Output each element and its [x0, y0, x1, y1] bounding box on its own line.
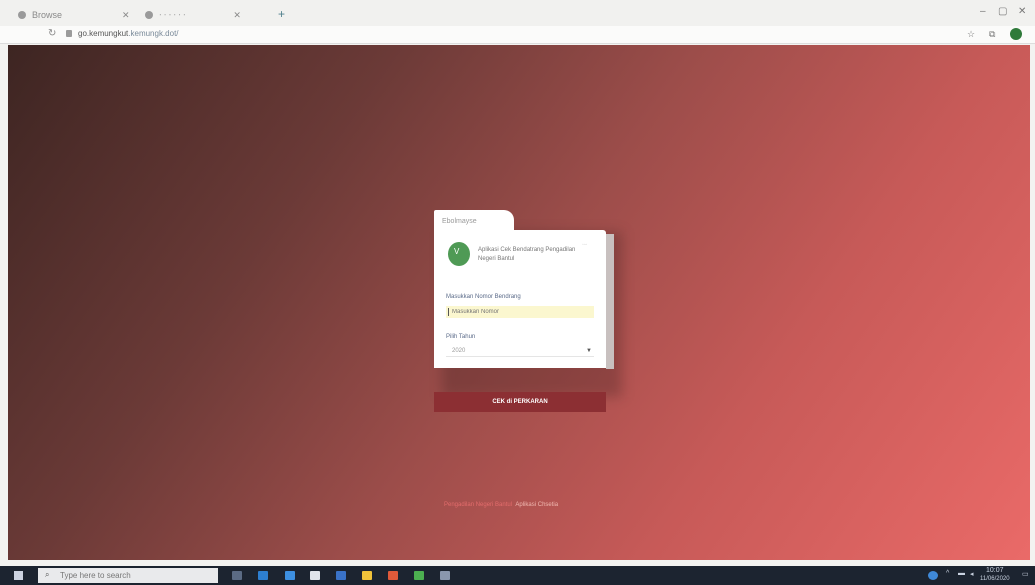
card-tab-label: Ebolmayse: [442, 218, 477, 225]
network-icon[interactable]: ▬: [958, 570, 965, 577]
url-path: .kemungk.dot/: [128, 29, 179, 38]
taskbar-search[interactable]: ⌕ Type here to search: [38, 568, 218, 583]
page-icon: [145, 11, 153, 19]
close-icon[interactable]: ✕: [233, 10, 241, 21]
url-field[interactable]: go.kemungkut.kemungk.dot/: [78, 29, 179, 38]
case-number-label: Masukkan Nomor Bendrang: [446, 294, 521, 300]
word-icon[interactable]: [336, 571, 346, 580]
taskbar-search-placeholder: Type here to search: [60, 571, 131, 580]
firefox-icon[interactable]: [388, 571, 398, 580]
lock-icon: [66, 30, 72, 37]
year-select-value: 2020: [452, 348, 466, 354]
chevron-down-icon: ▼: [586, 348, 592, 354]
footer-suffix: Aplikasi Chsetia: [515, 502, 559, 508]
extension-icon[interactable]: ⧉: [989, 29, 995, 40]
corner-mark-icon: ◦◦◦: [582, 242, 588, 248]
close-icon[interactable]: ✕: [122, 10, 130, 21]
bookmark-icon[interactable]: ☆: [967, 29, 975, 40]
app-icon[interactable]: [440, 571, 450, 580]
login-card: Ebolmayse V Aplikasi Cek Bendatrang Peng…: [434, 210, 622, 412]
store-icon[interactable]: [310, 571, 320, 580]
text-cursor: [448, 308, 449, 316]
volume-icon[interactable]: ◂: [970, 570, 974, 578]
profile-avatar[interactable]: [1010, 28, 1022, 40]
footer-credit: Pengadilan Negeri Bantul Aplikasi Chseti…: [444, 502, 558, 508]
file-explorer-icon[interactable]: [362, 571, 372, 580]
windows-start-icon[interactable]: [14, 571, 23, 580]
footer-link[interactable]: Pengadilan Negeri Bantul: [444, 502, 512, 508]
mail-icon[interactable]: [285, 571, 295, 580]
card-side-edge: [606, 234, 614, 369]
edge-icon[interactable]: [258, 571, 268, 580]
window-close-icon[interactable]: ✕: [1018, 6, 1026, 17]
app-logo: V: [448, 242, 470, 266]
chrome-icon[interactable]: [414, 571, 424, 580]
card-body: V Aplikasi Cek Bendatrang Pengadilan Neg…: [434, 230, 606, 368]
minimize-icon[interactable]: –: [980, 6, 986, 17]
browser-tab-bar: Browse ✕ ᐧ ᐧ ᐧ ᐧ ᐧ ᐧ ✕ + – ▢ ✕: [0, 0, 1035, 26]
browser-tab-2[interactable]: ᐧ ᐧ ᐧ ᐧ ᐧ ᐧ ✕: [145, 6, 241, 24]
clock-time[interactable]: 10:07: [986, 567, 1004, 574]
tab-title: ᐧ ᐧ ᐧ ᐧ ᐧ ᐧ: [159, 9, 186, 20]
taskbar: ⌕ Type here to search ^ ▬ ◂ 10:07 11/06/…: [0, 566, 1035, 585]
clock-date[interactable]: 11/06/2020: [980, 576, 1010, 582]
page-background: Ebolmayse V Aplikasi Cek Bendatrang Peng…: [8, 45, 1030, 560]
year-label: Pilih Tahun: [446, 334, 476, 340]
maximize-icon[interactable]: ▢: [998, 6, 1007, 17]
search-icon: ⌕: [45, 570, 50, 579]
globe-icon: [18, 11, 26, 19]
tab-title: Browse: [32, 10, 63, 20]
url-host: go.kemungkut: [78, 29, 129, 38]
logo-glyph: V: [454, 247, 460, 256]
app-name: Aplikasi Cek Bendatrang Pengadilan Neger…: [478, 247, 576, 262]
year-select[interactable]: 2020 ▼: [446, 345, 594, 357]
submit-button[interactable]: CEK di PERKARAN: [434, 392, 606, 412]
tray-app-icon[interactable]: [928, 571, 938, 580]
address-bar: ↻ go.kemungkut.kemungk.dot/ ☆ ⧉: [0, 26, 1035, 44]
task-view-icon[interactable]: [232, 571, 242, 580]
reload-icon[interactable]: ↻: [48, 28, 56, 39]
case-number-input[interactable]: [446, 306, 594, 318]
chevron-up-icon[interactable]: ^: [946, 570, 949, 577]
notification-icon[interactable]: ▭: [1022, 570, 1029, 578]
new-tab-button[interactable]: +: [278, 7, 285, 21]
browser-tab-1[interactable]: Browse ✕: [18, 6, 130, 24]
